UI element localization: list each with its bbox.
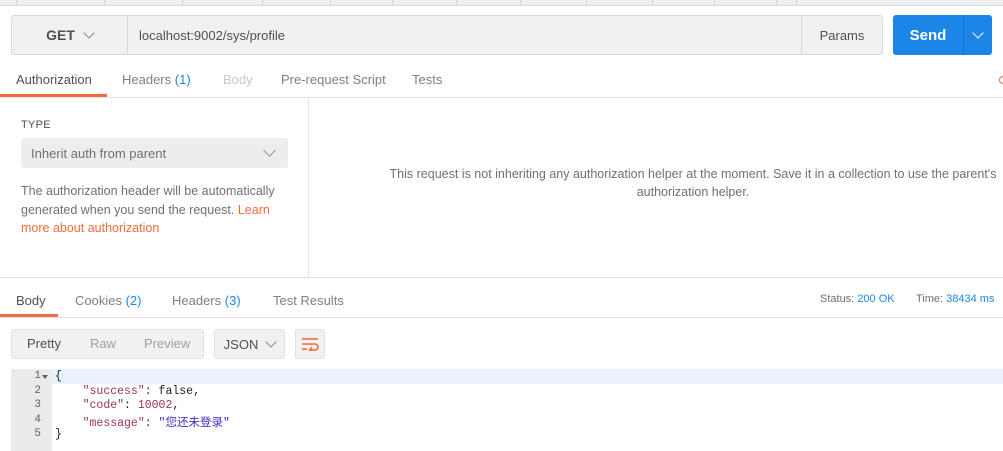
line-number-gutter: 1 2 3 4 5 — [11, 369, 52, 451]
response-tabs: Body Cookies (2) Headers (3) Test Result… — [0, 285, 1003, 318]
wrap-lines-button[interactable] — [295, 329, 325, 359]
view-mode-group: Pretty Raw Preview — [11, 329, 204, 359]
auth-type-select[interactable]: Inherit auth from parent — [21, 138, 288, 168]
chevron-down-icon — [83, 26, 95, 39]
send-options-button[interactable] — [963, 15, 992, 55]
tab-response-headers[interactable]: Headers (3) — [172, 285, 241, 317]
auth-help-text: The authorization header will be automat… — [21, 184, 275, 235]
request-tabs: Authorization Headers (1) Body Pre-reque… — [0, 64, 1003, 98]
headers-count: (1) — [174, 72, 191, 87]
active-line-highlight — [52, 369, 1003, 384]
top-tab-strip — [0, 0, 1003, 6]
tab-cookies[interactable]: Cookies (2) — [75, 285, 141, 317]
method-selector[interactable]: GET — [12, 16, 128, 54]
auth-type-value: Inherit auth from parent — [31, 145, 167, 161]
code-line: "success": false, — [82, 384, 200, 398]
chevron-down-icon — [265, 335, 277, 348]
line-number: 3 — [34, 399, 41, 411]
format-value: JSON — [223, 336, 259, 352]
method-label: GET — [46, 27, 75, 43]
status-value[interactable]: 200 OK — [857, 293, 894, 305]
tab-test-results[interactable]: Test Results — [273, 285, 344, 317]
line-number: 5 — [34, 428, 41, 440]
section-divider — [0, 277, 1003, 278]
code-line: "message": "您还未登录" — [82, 416, 230, 430]
raw-button[interactable]: Raw — [90, 330, 116, 358]
active-tab-indicator — [0, 94, 107, 97]
tab-pre-request-script[interactable]: Pre-request Script — [281, 64, 386, 97]
response-headers-count: (3) — [224, 293, 241, 308]
type-label: TYPE — [21, 119, 51, 131]
tab-authorization[interactable]: Authorization — [16, 64, 92, 97]
active-tab-indicator — [0, 314, 58, 317]
chevron-down-icon — [263, 144, 276, 157]
fold-arrow-icon[interactable] — [42, 375, 48, 379]
code-line: "code": 10002, — [82, 399, 180, 412]
line-number: 1 — [34, 370, 41, 382]
tab-headers[interactable]: Headers (1) — [122, 64, 191, 97]
request-bar: GET Params — [11, 15, 883, 55]
code-line: { — [55, 370, 62, 383]
line-number: 4 — [34, 413, 41, 426]
auth-info-panel: This request is not inheriting any autho… — [310, 99, 1003, 277]
preview-button[interactable]: Preview — [144, 330, 190, 358]
format-select[interactable]: JSON — [214, 329, 285, 359]
tab-body[interactable]: Body — [223, 64, 253, 97]
url-input[interactable] — [128, 16, 801, 54]
tab-response-body[interactable]: Body — [16, 285, 46, 317]
status-readout: Status: 200 OK — [820, 293, 895, 305]
wrap-lines-icon — [302, 338, 319, 351]
chevron-down-icon — [972, 26, 984, 39]
cookies-count: (2) — [125, 293, 142, 308]
pretty-button[interactable]: Pretty — [27, 330, 61, 358]
time-readout: Time: 38434 ms — [916, 293, 995, 305]
cookies-link-icon[interactable] — [999, 76, 1003, 84]
response-body-editor[interactable]: 1 2 3 4 5 { "success": false, "code": 10… — [11, 369, 1003, 451]
tab-tests[interactable]: Tests — [412, 64, 442, 97]
params-button[interactable]: Params — [801, 16, 882, 54]
line-number: 2 — [34, 384, 41, 397]
time-value[interactable]: 38434 ms — [946, 293, 994, 305]
auth-info-message: This request is not inheriting any autho… — [389, 167, 997, 199]
auth-settings-panel: TYPE Inherit auth from parent The author… — [0, 99, 309, 277]
code-line: } — [55, 428, 62, 441]
send-button[interactable]: Send — [893, 15, 963, 55]
